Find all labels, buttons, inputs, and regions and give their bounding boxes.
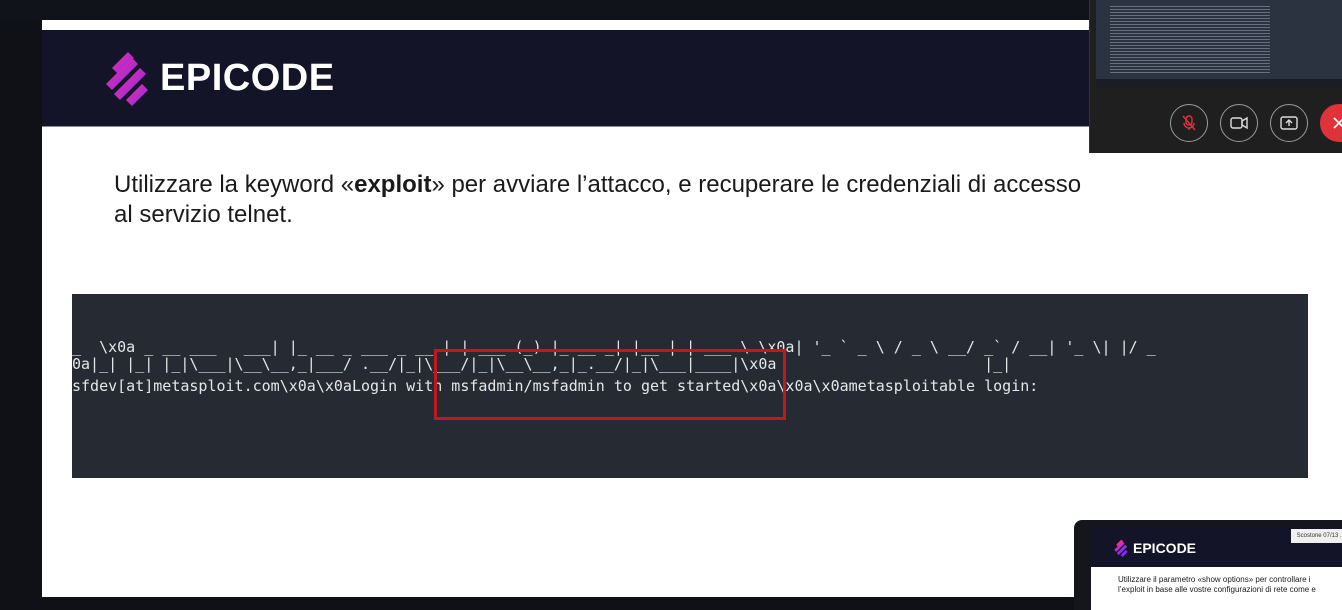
instruction-text-before: Utilizzare la keyword « xyxy=(114,171,355,198)
terminal-screenshot: _ \x0a _ __ ___ ___| |_ __ _ ___ _ __ | … xyxy=(72,294,1308,478)
instruction-keyword: exploit xyxy=(354,171,432,198)
instruction-text-after: » per avviare l’attacco, e recuperare le… xyxy=(431,171,1082,198)
thumbnail-slide: EPICODE Scostone 07/13 ... Utilizzare il… xyxy=(1091,527,1342,610)
mute-microphone-button[interactable] xyxy=(1170,104,1208,142)
thumbnail-header: EPICODE Scostone 07/13 ... xyxy=(1091,527,1342,567)
camera-button[interactable] xyxy=(1220,104,1258,142)
end-call-button[interactable] xyxy=(1320,104,1342,142)
epicode-logo-icon xyxy=(1114,539,1128,557)
call-controls xyxy=(1090,104,1342,144)
thumbnail-text-line: l’exploit in base alle vostre configuraz… xyxy=(1118,585,1316,594)
mic-muted-icon xyxy=(1182,115,1196,131)
thumbnail-text: Utilizzare il parametro «show options» p… xyxy=(1118,575,1342,595)
thumbnail-badge: Scostone 07/13 ... xyxy=(1290,529,1342,543)
screen-share-preview[interactable] xyxy=(1096,0,1342,88)
slide-instruction: Utilizzare la keyword «exploit» per avvi… xyxy=(114,170,1224,230)
share-screen-icon xyxy=(1280,116,1298,130)
thumbnail-text-line: Utilizzare il parametro «show options» p… xyxy=(1118,575,1311,584)
share-screen-button[interactable] xyxy=(1270,104,1308,142)
preview-content xyxy=(1110,4,1270,74)
epicode-logo-icon xyxy=(106,52,148,106)
preview-taskbar xyxy=(1096,79,1342,88)
instruction-text-line2: al servizio telnet. xyxy=(114,201,293,228)
close-icon xyxy=(1333,117,1342,129)
logo-text: EPICODE xyxy=(160,56,335,99)
thumbnail-logo: EPICODE xyxy=(1113,539,1196,557)
epicode-logo: EPICODE xyxy=(102,50,335,106)
thumbnail-logo-text: EPICODE xyxy=(1133,540,1197,556)
credentials-highlight-box xyxy=(434,349,786,420)
video-call-overlay xyxy=(1089,0,1342,153)
camera-icon xyxy=(1230,116,1248,130)
